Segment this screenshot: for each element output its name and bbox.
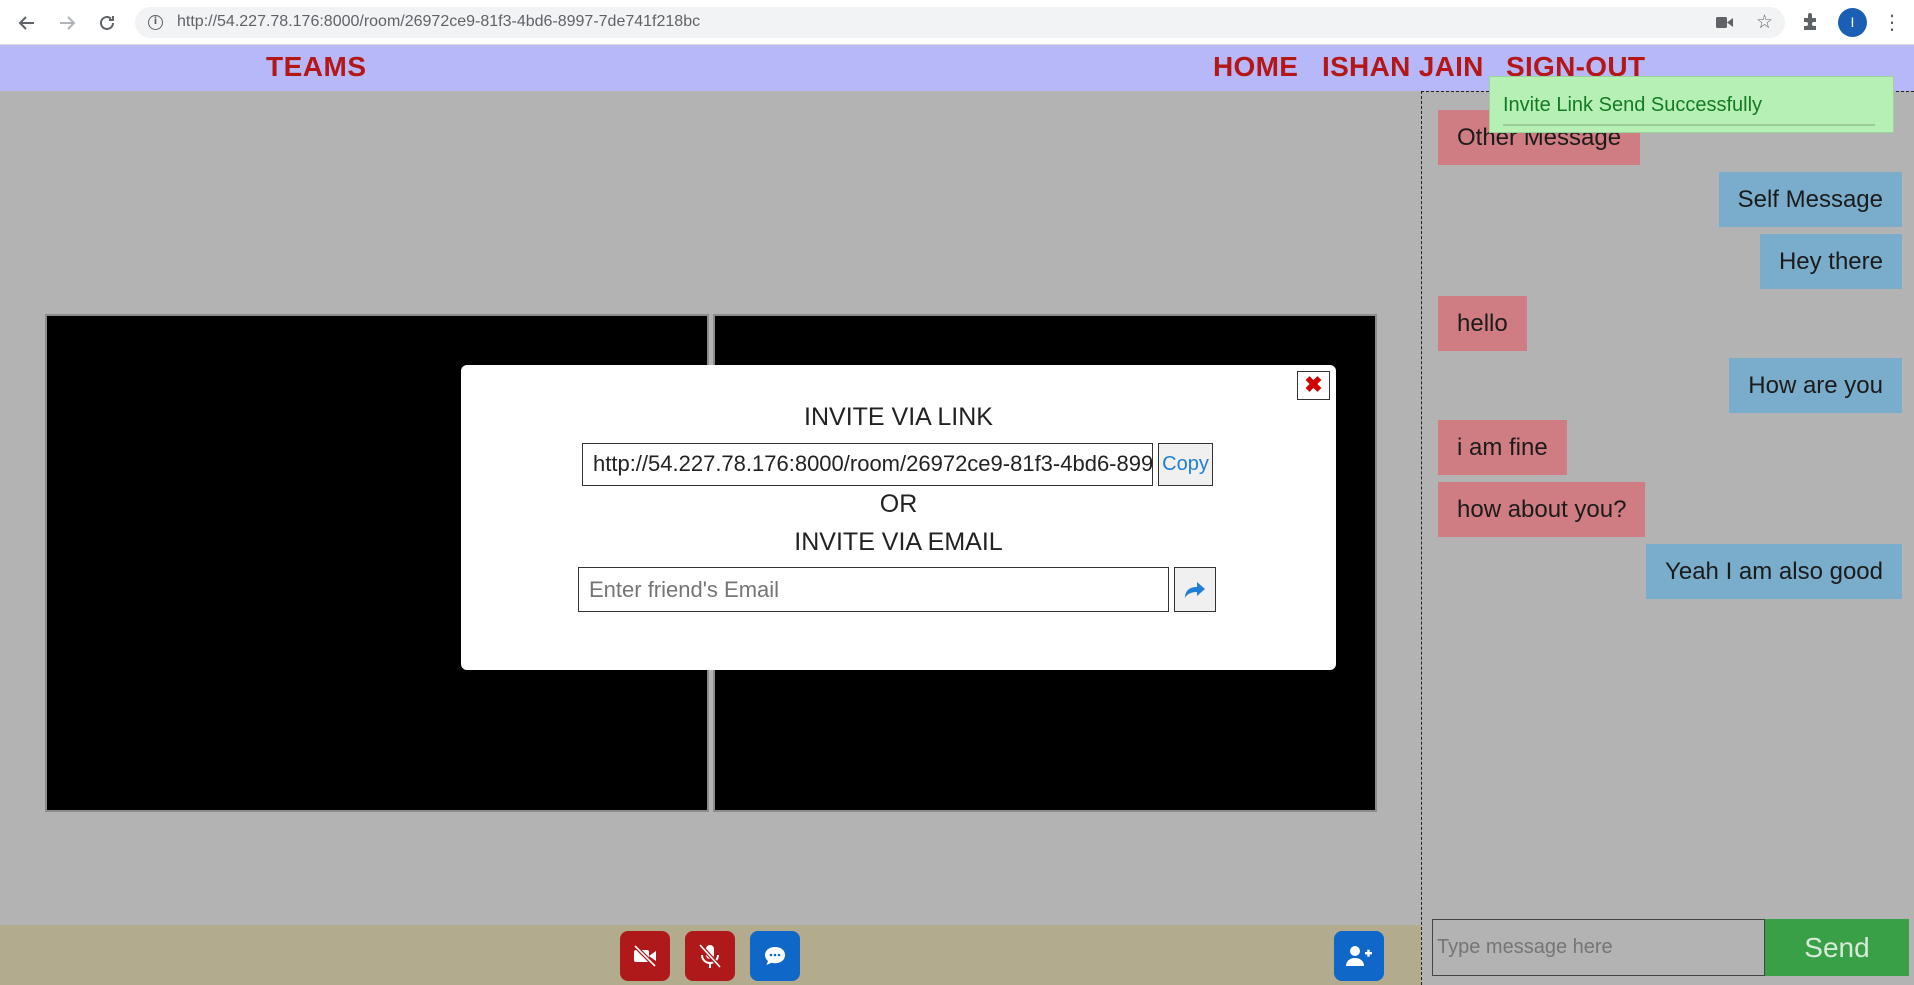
kebab-icon[interactable]: ⋮ [1882, 10, 1902, 34]
invite-link-heading: INVITE VIA LINK [804, 403, 993, 431]
invite-link-field[interactable]: http://54.227.78.176:8000/room/26972ce9-… [582, 443, 1153, 486]
email-field[interactable] [578, 567, 1169, 612]
chat-message-self: Yeah I am also good [1646, 544, 1902, 599]
chat-icon [765, 947, 785, 965]
toast-message: Invite Link Send Successfully [1503, 94, 1763, 116]
invite-modal: ✖ INVITE VIA LINK http://54.227.78.176:8… [461, 365, 1336, 670]
success-toast: Invite Link Send Successfully [1489, 76, 1894, 133]
info-icon[interactable]: i [148, 15, 163, 30]
toast-progress-bar [1503, 124, 1875, 126]
forward-icon[interactable] [54, 10, 80, 36]
back-icon[interactable] [14, 10, 40, 36]
chat-message-self: How are you [1729, 358, 1902, 413]
invite-email-heading: INVITE VIA EMAIL [794, 528, 1003, 556]
copy-button[interactable]: Copy [1158, 443, 1213, 486]
camera-icon[interactable] [1716, 16, 1733, 29]
nav-home[interactable]: HOME [1213, 51, 1298, 83]
chat-panel: Other Message Self Message Hey there hel… [1421, 91, 1914, 985]
add-user-icon [1346, 946, 1372, 966]
chat-message-self: Self Message [1718, 172, 1902, 227]
send-invite-button[interactable] [1174, 567, 1216, 612]
avatar[interactable]: I [1838, 8, 1867, 37]
call-controls [0, 925, 1421, 985]
nav-user-name[interactable]: ISHAN JAIN [1322, 51, 1484, 83]
chat-message-other: i am fine [1438, 420, 1567, 475]
chat-message-input[interactable] [1432, 919, 1765, 976]
address-url[interactable]: http://54.227.78.176:8000/room/26972ce9-… [177, 13, 700, 31]
close-icon[interactable]: ✖ [1297, 371, 1330, 400]
toggle-mic-button[interactable] [685, 931, 735, 981]
reload-icon[interactable] [94, 10, 120, 36]
share-icon [1185, 581, 1205, 598]
mic-off-icon [698, 943, 722, 969]
chat-message-other: hello [1438, 296, 1527, 351]
send-button[interactable]: Send [1765, 919, 1909, 976]
or-separator: OR [879, 490, 918, 518]
toggle-chat-button[interactable] [750, 931, 800, 981]
chat-message-other: how about you? [1438, 482, 1646, 537]
address-bar[interactable]: i http://54.227.78.176:8000/room/26972ce… [135, 7, 1785, 38]
chat-message-self: Hey there [1759, 234, 1902, 289]
extensions-icon[interactable] [1800, 11, 1822, 33]
video-off-icon [633, 945, 657, 967]
star-icon[interactable]: ☆ [1756, 11, 1773, 33]
invite-button[interactable] [1334, 931, 1384, 981]
brand-logo[interactable]: TEAMS [266, 51, 367, 83]
browser-toolbar: i http://54.227.78.176:8000/room/26972ce… [0, 0, 1914, 45]
toggle-video-button[interactable] [620, 931, 670, 981]
